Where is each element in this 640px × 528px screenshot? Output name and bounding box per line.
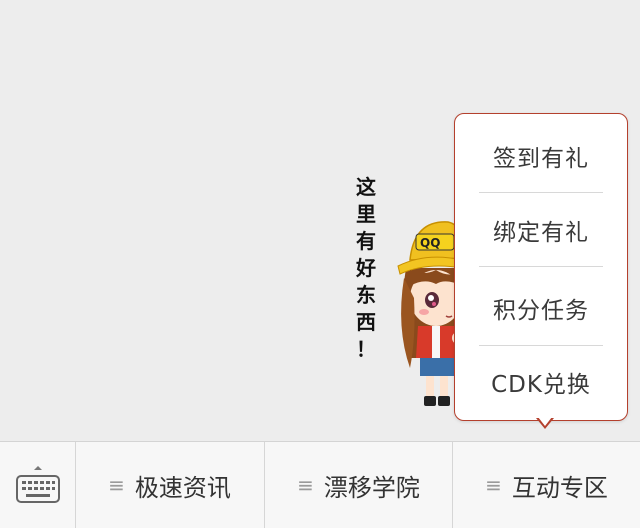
tab-label: 漂移学院	[323, 473, 420, 502]
tab-label: 极速资讯	[134, 473, 231, 502]
bottom-menu-bar: ≡ 极速资讯 ≡ 漂移学院 ≡ 互动专区	[0, 441, 640, 528]
menu-divider	[479, 266, 603, 267]
menu-item-label: 积分任务	[493, 298, 589, 324]
keyboard-icon	[15, 466, 60, 503]
tab-drift-academy[interactable]: ≡ 漂移学院	[265, 442, 452, 528]
menu-item-sign-in-reward[interactable]: 签到有礼	[479, 118, 603, 194]
menu-lines-icon: ≡	[297, 473, 314, 497]
caption-char: 好	[356, 256, 376, 280]
menu-lines-icon: ≡	[485, 473, 502, 497]
menu-lines-icon: ≡	[108, 473, 125, 497]
menu-item-bind-reward[interactable]: 绑定有礼	[479, 192, 603, 268]
caption-char: ！	[356, 337, 376, 361]
caption-char: 西	[356, 310, 376, 334]
menu-item-label: 签到有礼	[493, 146, 589, 172]
popup-arrow-inner	[538, 417, 552, 426]
menu-item-label: CDK兑换	[491, 372, 591, 398]
menu-item-cdk-redeem[interactable]: CDK兑换	[479, 344, 603, 420]
tab-interactive-zone[interactable]: ≡ 互动专区	[453, 442, 640, 528]
svg-text:QQ: QQ	[420, 236, 440, 250]
caption-char: 这	[356, 175, 376, 199]
keyboard-toggle-button[interactable]	[0, 442, 75, 528]
tab-speed-news[interactable]: ≡ 极速资讯	[76, 442, 263, 528]
tab-label: 互动专区	[511, 473, 608, 502]
caption-char: 东	[356, 283, 376, 307]
promo-caption: 这 里 有 好 东 西 ！	[352, 174, 380, 363]
caption-char: 里	[356, 202, 376, 226]
menu-item-label: 绑定有礼	[493, 220, 589, 246]
caption-char: 有	[356, 229, 376, 253]
menu-item-points-tasks[interactable]: 积分任务	[479, 270, 603, 346]
popup-menu: 签到有礼 绑定有礼 积分任务 CDK兑换	[454, 113, 628, 421]
